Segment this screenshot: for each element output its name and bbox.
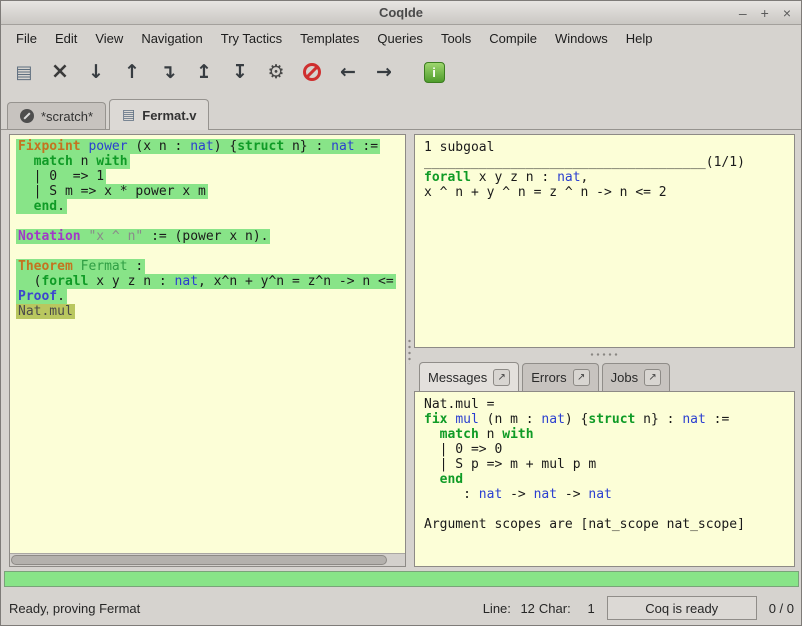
about-button[interactable]: i bbox=[419, 56, 449, 88]
toolbar: ▤ × ↓ ↑ ↴ ↥ ↧ ⚙ ← → i bbox=[1, 51, 801, 93]
status-bar: Ready, proving Fermat Line: 12 Char: 1 C… bbox=[1, 592, 801, 624]
detach-arrow-icon: ↗ bbox=[648, 372, 656, 383]
document-tabbar: *scratch* ▤ Fermat.v bbox=[1, 98, 801, 130]
menu-help[interactable]: Help bbox=[617, 28, 662, 49]
maximize-button[interactable]: + bbox=[761, 5, 769, 21]
tab-fermat[interactable]: ▤ Fermat.v bbox=[109, 99, 209, 130]
menu-try-tactics[interactable]: Try Tactics bbox=[212, 28, 291, 49]
no-entry-icon bbox=[303, 63, 321, 81]
vertical-splitter[interactable] bbox=[407, 338, 412, 364]
tab-scratch-label: *scratch* bbox=[41, 109, 93, 124]
arrow-up-bar-icon: ↥ bbox=[196, 61, 212, 83]
tab-errors-label: Errors bbox=[531, 370, 566, 385]
arrow-right-icon: → bbox=[376, 61, 392, 83]
minimize-button[interactable]: – bbox=[739, 5, 747, 21]
close-icon: × bbox=[51, 62, 69, 82]
tab-scratch[interactable]: *scratch* bbox=[7, 102, 106, 129]
horizontal-scrollbar[interactable] bbox=[10, 553, 405, 566]
save-button[interactable]: ▤ bbox=[9, 56, 39, 88]
line-label: Line: bbox=[483, 601, 511, 616]
detach-messages-button[interactable]: ↗ bbox=[493, 369, 510, 386]
menu-edit[interactable]: Edit bbox=[46, 28, 86, 49]
messages-pane: Nat.mul =fix mul (n m : nat) {struct n} … bbox=[414, 391, 795, 567]
line-value: 12 bbox=[515, 601, 535, 616]
menu-navigation[interactable]: Navigation bbox=[132, 28, 211, 49]
arrow-up-icon: ↑ bbox=[124, 61, 140, 83]
menu-templates[interactable]: Templates bbox=[291, 28, 368, 49]
save-icon: ▤ bbox=[15, 62, 32, 83]
go-to-end-button[interactable]: ↧ bbox=[225, 56, 255, 88]
status-message: Ready, proving Fermat bbox=[9, 601, 140, 616]
horizontal-splitter[interactable] bbox=[589, 352, 619, 357]
interrupt-button[interactable] bbox=[297, 56, 327, 88]
arrow-left-icon: ← bbox=[340, 61, 356, 83]
detach-arrow-icon: ↗ bbox=[577, 372, 585, 383]
close-button[interactable]: × bbox=[783, 5, 791, 21]
step-backward-button[interactable]: ↑ bbox=[117, 56, 147, 88]
go-to-cursor-button[interactable]: ↴ bbox=[153, 56, 183, 88]
previous-button[interactable]: ← bbox=[333, 56, 363, 88]
goals-pane: 1 subgoal_______________________________… bbox=[414, 134, 795, 348]
menu-tools[interactable]: Tools bbox=[432, 28, 480, 49]
menu-windows[interactable]: Windows bbox=[546, 28, 617, 49]
arrow-down-bar-icon: ↧ bbox=[232, 61, 248, 83]
menu-compile[interactable]: Compile bbox=[480, 28, 546, 49]
menu-view[interactable]: View bbox=[86, 28, 132, 49]
tab-fermat-label: Fermat.v bbox=[142, 108, 196, 123]
script-editor[interactable]: Fixpoint power (x n : nat) {struct n} : … bbox=[10, 135, 405, 553]
progress-bar bbox=[4, 571, 799, 587]
tab-errors[interactable]: Errors ↗ bbox=[522, 363, 598, 391]
messages-view[interactable]: Nat.mul =fix mul (n m : nat) {struct n} … bbox=[415, 392, 794, 537]
tab-messages-label: Messages bbox=[428, 370, 487, 385]
detach-errors-button[interactable]: ↗ bbox=[573, 369, 590, 386]
go-to-start-button[interactable]: ↥ bbox=[189, 56, 219, 88]
arrow-corner-icon: ↴ bbox=[160, 61, 176, 83]
arrow-down-icon: ↓ bbox=[88, 61, 104, 83]
step-forward-button[interactable]: ↓ bbox=[81, 56, 111, 88]
fully-check-button[interactable]: ⚙ bbox=[261, 56, 291, 88]
detach-arrow-icon: ↗ bbox=[498, 372, 506, 383]
titlebar[interactable]: CoqIde – + × bbox=[1, 1, 801, 25]
menu-queries[interactable]: Queries bbox=[368, 28, 432, 49]
pencil-circle-icon bbox=[20, 109, 34, 123]
scrollbar-thumb[interactable] bbox=[11, 555, 387, 565]
coqide-window: CoqIde – + × File Edit View Navigation T… bbox=[0, 0, 802, 626]
menu-file[interactable]: File bbox=[7, 28, 46, 49]
status-right-cluster: Line: 12 Char: 1 Coq is ready 0 / 0 bbox=[483, 596, 794, 620]
document-icon: ▤ bbox=[122, 108, 135, 122]
messages-tabbar: Messages ↗ Errors ↗ Jobs ↗ bbox=[414, 360, 795, 391]
char-label: Char: bbox=[539, 601, 571, 616]
menubar: File Edit View Navigation Try Tactics Te… bbox=[1, 26, 801, 50]
info-icon: i bbox=[424, 62, 445, 83]
coq-status-indicator: Coq is ready bbox=[607, 596, 757, 620]
char-value: 1 bbox=[575, 601, 595, 616]
script-pane: Fixpoint power (x n : nat) {struct n} : … bbox=[9, 134, 406, 567]
window-title: CoqIde bbox=[379, 5, 423, 20]
gear-icon: ⚙ bbox=[267, 61, 284, 83]
tab-messages[interactable]: Messages ↗ bbox=[419, 362, 519, 392]
proof-goals-view[interactable]: 1 subgoal_______________________________… bbox=[415, 135, 794, 205]
next-button[interactable]: → bbox=[369, 56, 399, 88]
tab-jobs-label: Jobs bbox=[611, 370, 638, 385]
close-buffer-button[interactable]: × bbox=[45, 56, 75, 88]
tab-jobs[interactable]: Jobs ↗ bbox=[602, 363, 670, 391]
worker-count: 0 / 0 bbox=[769, 601, 794, 616]
detach-jobs-button[interactable]: ↗ bbox=[644, 369, 661, 386]
coq-status-text: Coq is ready bbox=[645, 601, 718, 616]
